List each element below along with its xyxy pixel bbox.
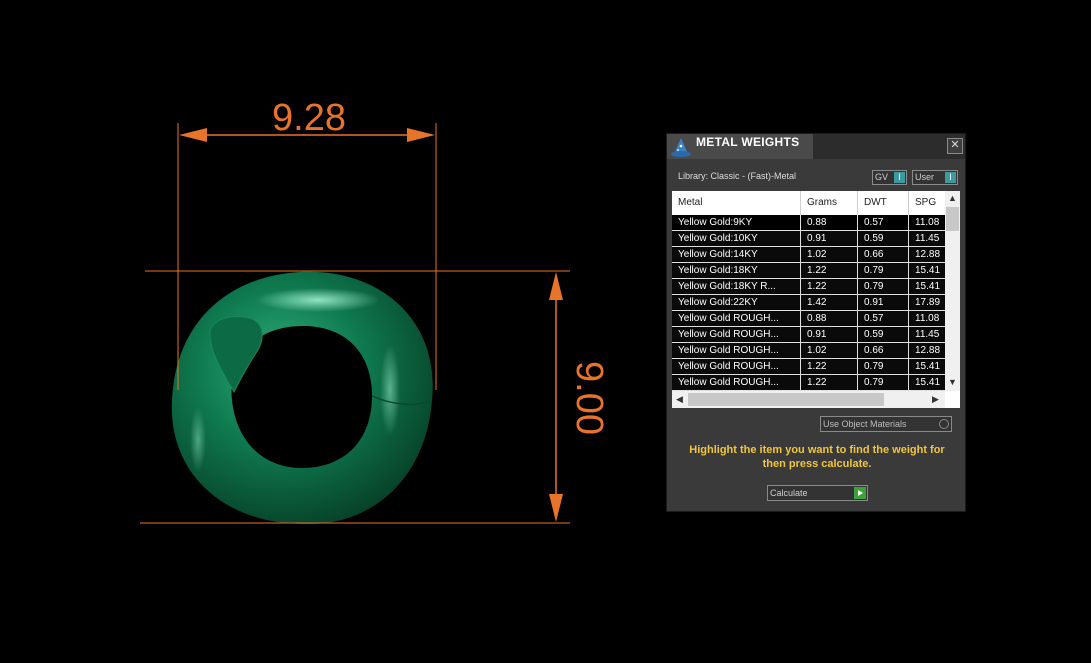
gv-toggle-label: GV — [875, 172, 889, 182]
metal-cell: Yellow Gold:18KY — [672, 263, 801, 278]
column-header-spg[interactable]: SPG — [909, 191, 945, 215]
grams-cell: 1.22 — [801, 279, 858, 294]
table-row[interactable]: Yellow Gold:18KY 1.22 0.79 15.41 — [672, 263, 945, 279]
table-row[interactable]: Yellow Gold ROUGH... 1.22 0.79 15.41 — [672, 375, 945, 391]
spg-cell: 11.45 — [915, 329, 940, 340]
scroll-left-icon[interactable]: ◀ — [672, 394, 687, 405]
table-row[interactable]: Yellow Gold:9KY 0.88 0.57 11.08 — [672, 215, 945, 231]
spg-cell: 17.89 — [915, 297, 941, 308]
metal-cell: Yellow Gold ROUGH... — [672, 327, 801, 342]
gv-toggle[interactable]: GV I — [872, 170, 907, 185]
vertical-scrollbar[interactable]: ▲ ▼ — [945, 191, 960, 391]
toggle-indicator-icon: I — [945, 172, 956, 183]
grams-cell: 1.02 — [801, 247, 858, 262]
height-dimension-label: 9.00 — [568, 361, 610, 435]
wizard-hat-icon — [671, 138, 691, 157]
metal-cell: Yellow Gold:10KY — [672, 231, 801, 246]
grams-cell: 0.91 — [801, 327, 858, 342]
metal-cell: Yellow Gold ROUGH... — [672, 375, 801, 390]
panel-titlebar[interactable]: METAL WEIGHTS ✕ — [667, 134, 965, 159]
spg-cell: 11.45 — [915, 233, 940, 244]
vertical-scroll-thumb[interactable] — [946, 207, 959, 231]
table-row[interactable]: Yellow Gold ROUGH... 1.02 0.66 12.88 — [672, 343, 945, 359]
use-object-materials-label: Use Object Materials — [823, 419, 907, 429]
column-header-metal[interactable]: Metal — [672, 191, 801, 215]
spg-cell: 15.41 — [915, 377, 941, 388]
spg-cell: 11.08 — [915, 217, 940, 228]
spg-cell: 12.88 — [915, 249, 941, 260]
play-arrow-icon — [854, 487, 866, 499]
grams-cell: 1.02 — [801, 343, 858, 358]
dwt-cell: 0.79 — [858, 279, 909, 294]
metal-cell: Yellow Gold:9KY — [672, 215, 801, 230]
dwt-cell: 0.66 — [858, 247, 909, 262]
dwt-cell: 0.66 — [858, 343, 909, 358]
table-header: Metal Grams DWT SPG — [672, 191, 945, 215]
spg-cell: 12.88 — [915, 345, 941, 356]
table-body: Yellow Gold:9KY 0.88 0.57 11.08 Yellow Gold:… — [672, 215, 945, 391]
spg-cell: 15.41 — [915, 361, 941, 372]
metal-cell: Yellow Gold ROUGH... — [672, 359, 801, 374]
column-header-dwt[interactable]: DWT — [858, 191, 909, 215]
dwt-cell: 0.79 — [858, 263, 909, 278]
panel-title: METAL WEIGHTS — [696, 135, 800, 149]
grams-cell: 0.88 — [801, 311, 858, 326]
scroll-right-icon[interactable]: ▶ — [928, 394, 943, 405]
horizontal-scroll-thumb[interactable] — [688, 393, 884, 406]
scroll-up-icon[interactable]: ▲ — [945, 193, 960, 203]
dwt-cell: 0.91 — [858, 295, 909, 310]
grams-cell: 1.22 — [801, 359, 858, 374]
column-header-grams[interactable]: Grams — [801, 191, 858, 215]
close-icon: ✕ — [950, 139, 960, 151]
spg-cell: 15.41 — [915, 265, 941, 276]
dwt-cell: 0.57 — [858, 311, 909, 326]
grams-cell: 1.22 — [801, 263, 858, 278]
table-row[interactable]: Yellow Gold:22KY 1.42 0.91 17.89 — [672, 295, 945, 311]
grams-cell: 1.42 — [801, 295, 858, 310]
dwt-cell: 0.79 — [858, 359, 909, 374]
table-row[interactable]: Yellow Gold:18KY R... 1.22 0.79 15.41 — [672, 279, 945, 295]
table-row[interactable]: Yellow Gold:10KY 0.91 0.59 11.45 — [672, 231, 945, 247]
spg-cell: 15.41 — [915, 281, 941, 292]
table-row[interactable]: Yellow Gold ROUGH... 0.88 0.57 11.08 — [672, 311, 945, 327]
instruction-text: Highlight the item you want to find the … — [689, 444, 945, 470]
metal-table[interactable]: Metal Grams DWT SPG Yellow Gold:9KY 0.88 0… — [672, 191, 960, 408]
spg-cell: 11.08 — [915, 313, 940, 324]
width-dimension-label: 9.28 — [272, 97, 346, 139]
metal-weights-panel: METAL WEIGHTS ✕ Library: Classic - (Fast… — [666, 133, 966, 512]
toggle-indicator-icon: I — [894, 172, 905, 183]
dwt-cell: 0.57 — [858, 215, 909, 230]
user-toggle-label: User — [915, 172, 935, 182]
calculate-label: Calculate — [770, 488, 808, 498]
close-button[interactable]: ✕ — [947, 138, 963, 154]
use-object-materials-option[interactable]: Use Object Materials — [820, 416, 952, 432]
dwt-cell: 0.59 — [858, 231, 909, 246]
table-row[interactable]: Yellow Gold ROUGH... 0.91 0.59 11.45 — [672, 327, 945, 343]
metal-cell: Yellow Gold:18KY R... — [672, 279, 801, 294]
scroll-down-icon[interactable]: ▼ — [945, 377, 960, 387]
table-row[interactable]: Yellow Gold:14KY 1.02 0.66 12.88 — [672, 247, 945, 263]
ring-model[interactable] — [171, 271, 433, 525]
grams-cell: 0.88 — [801, 215, 858, 230]
radio-icon — [939, 419, 949, 429]
dwt-cell: 0.79 — [858, 375, 909, 390]
metal-cell: Yellow Gold ROUGH... — [672, 343, 801, 358]
library-label: Library: Classic - (Fast)-Metal — [678, 171, 797, 181]
table-row[interactable]: Yellow Gold ROUGH... 1.22 0.79 15.41 — [672, 359, 945, 375]
metal-cell: Yellow Gold ROUGH... — [672, 311, 801, 326]
horizontal-scrollbar[interactable]: ◀ ▶ — [672, 391, 945, 408]
calculate-button[interactable]: Calculate — [767, 485, 868, 501]
grams-cell: 0.91 — [801, 231, 858, 246]
metal-cell: Yellow Gold:14KY — [672, 247, 801, 262]
metal-cell: Yellow Gold:22KY — [672, 295, 801, 310]
dwt-cell: 0.59 — [858, 327, 909, 342]
user-toggle[interactable]: User I — [912, 170, 958, 185]
grams-cell: 1.22 — [801, 375, 858, 390]
